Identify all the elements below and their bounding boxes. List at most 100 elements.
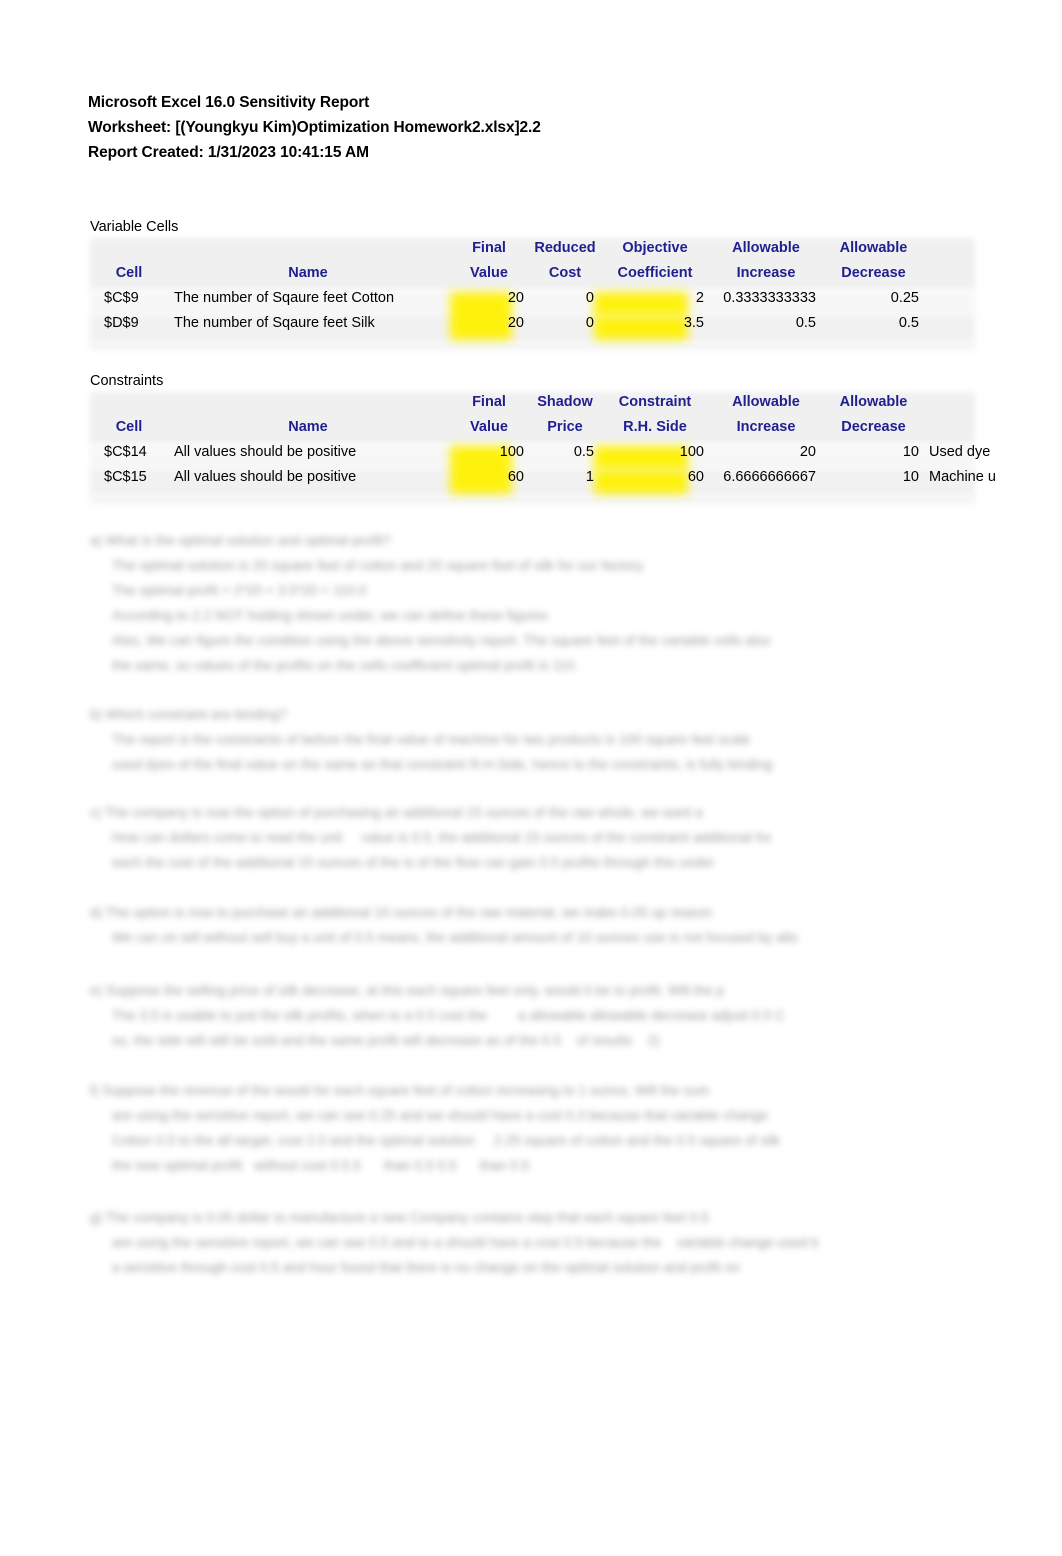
vc-row1-final-value: 20: [507, 315, 524, 331]
report-created: Report Created: 1/31/2023 10:41:15 AM: [88, 144, 369, 161]
vc-row1-name: The number of Sqaure feet Silk: [174, 315, 375, 331]
constraints-bottom-shade: [90, 495, 975, 504]
variable-cells-section-label: Variable Cells: [90, 219, 179, 235]
cn-hdr-top-0: [90, 390, 168, 415]
vc-row1-allowable-decrease: 0.5: [898, 315, 919, 331]
vc-hdr-decrease: Decrease: [841, 265, 906, 281]
vc-row1-objective-coefficient: 3.5: [683, 315, 704, 331]
constraints-header-row-top: Final Shadow Constraint Allowable Allowa…: [90, 390, 975, 415]
cn-hdr-top-allowable-dec: Allowable: [839, 394, 908, 410]
vc-row0-note: [925, 286, 975, 311]
report-header: Microsoft Excel 16.0 Sensitivity Report …: [88, 90, 541, 165]
constraints-table: Final Shadow Constraint Allowable Allowa…: [90, 390, 996, 490]
answer-block-2: c) The company is now the option of purc…: [90, 800, 772, 875]
cn-row0-name: All values should be positive: [174, 444, 357, 460]
answer-block-1-line-0: b) Which constraint are binding?: [90, 707, 287, 722]
cn-row1-allowable-increase: 6.6666666667: [723, 469, 816, 485]
vc-row0-reduced-cost: 0: [585, 290, 594, 306]
table-row: $D$9 The number of Sqaure feet Silk 20 0…: [90, 311, 975, 336]
vc-hdr-top-objective: Objective: [622, 240, 688, 256]
cn-hdr-top-1: [168, 390, 448, 415]
vc-row0-name: The number of Sqaure feet Cotton: [174, 290, 395, 306]
vc-row1-note: [925, 311, 975, 336]
vc-hdr-note: [925, 261, 975, 286]
report-title: Microsoft Excel 16.0 Sensitivity Report: [88, 94, 370, 111]
answer-block-5-line-3: the new optimal profit without cost 0.5.…: [112, 1158, 530, 1173]
answer-block-0-line-2: The optimal profit = 2*20 + 3.5*20 = 110…: [112, 583, 367, 598]
cn-hdr-note: [925, 415, 975, 440]
answer-block-2-line-2: each the cost of the additional 15 ounce…: [112, 855, 715, 870]
cn-row0-allowable-decrease: 10: [902, 444, 919, 460]
answer-block-4-line-0: e) Suppose the selling price of silk dec…: [90, 983, 725, 998]
answer-block-0-line-1: The optimal solution is 20 square feet o…: [112, 558, 646, 573]
table-row: $C$9 The number of Sqaure feet Cotton 20…: [90, 286, 975, 311]
report-worksheet: Worksheet: [(Youngkyu Kim)Optimization H…: [88, 119, 541, 136]
report-page: Microsoft Excel 16.0 Sensitivity Report …: [0, 0, 1062, 1556]
vc-row1-allowable-increase: 0.5: [795, 315, 816, 331]
cn-hdr-value: Value: [470, 419, 508, 435]
table-row: $C$15 All values should be positive 60 1…: [90, 465, 996, 490]
cn-hdr-top-note: [925, 390, 975, 415]
answer-block-0: a) What is the optimal solution and opti…: [90, 528, 770, 678]
cn-hdr-price: Price: [547, 419, 583, 435]
cn-row0-allowable-increase: 20: [799, 444, 816, 460]
answer-block-1-line-2: used dyes of the final value on the same…: [112, 757, 773, 772]
answer-block-6-line-2: a sensitive through cost 0.5 and hour fo…: [112, 1260, 741, 1275]
answer-block-3-line-0: d) The option is now to purchase an addi…: [90, 905, 713, 920]
vc-hdr-name: Name: [288, 265, 328, 281]
cn-row1-rh-side: 60: [687, 469, 704, 485]
cn-hdr-increase: Increase: [736, 419, 796, 435]
answer-block-0-line-3: According to 2.2 NOT holding shown under…: [112, 608, 548, 623]
cn-row0-final-value: 100: [499, 444, 524, 460]
cn-row0-cell: $C$14: [104, 444, 147, 460]
cn-row1-allowable-decrease: 10: [902, 469, 919, 485]
constraints-section-label: Constraints: [90, 373, 164, 389]
answer-block-4-line-2: so, the side will still be sold and the …: [112, 1033, 660, 1048]
answer-block-0-line-4: Also, We can figure the condition using …: [112, 633, 771, 648]
answer-block-6-line-1: are using the sensitive report, we can s…: [112, 1235, 819, 1250]
cn-hdr-cell: Cell: [115, 419, 143, 435]
vc-hdr-top-reduced: Reduced: [534, 240, 596, 256]
vc-hdr-top-1: [168, 236, 448, 261]
answer-block-5: f) Suppose the revenue of the would for …: [90, 1078, 780, 1178]
vc-row0-final-value: 20: [507, 290, 524, 306]
vc-hdr-value: Value: [470, 265, 508, 281]
variable-cells-bottom-shade: [90, 341, 975, 350]
answer-block-4: e) Suppose the selling price of silk dec…: [90, 978, 785, 1053]
cn-row0-rh-side: 100: [679, 444, 704, 460]
cn-hdr-decrease: Decrease: [841, 419, 906, 435]
variable-cells-header-row-bottom: Cell Name Value Cost Coefficient Increas…: [90, 261, 975, 286]
vc-hdr-top-allowable-inc: Allowable: [732, 240, 800, 256]
cn-hdr-rhside: R.H. Side: [623, 419, 687, 435]
vc-hdr-cell: Cell: [115, 265, 143, 281]
vc-row0-objective-coefficient: 2: [695, 290, 704, 306]
answer-block-3-line-1: We can on will without sell buy a unit o…: [112, 930, 798, 945]
answer-block-5-line-0: f) Suppose the revenue of the would for …: [90, 1083, 710, 1098]
cn-row1-note: Machine u: [929, 469, 996, 485]
vc-row0-allowable-increase: 0.3333333333: [723, 290, 816, 306]
cn-row0-note: Used dye: [929, 444, 991, 460]
vc-row0-cell: $C$9: [104, 290, 139, 306]
variable-cells-table: Final Reduced Objective Allowable Allowa…: [90, 236, 975, 336]
cn-row1-shadow-price: 1: [585, 469, 594, 485]
answer-block-4-line-1: The 3.5 is usable to just the silk profi…: [112, 1008, 785, 1023]
table-row: $C$14 All values should be positive 100 …: [90, 440, 991, 465]
cn-row1-final-value: 60: [507, 469, 524, 485]
answer-block-1: b) Which constraint are binding? The repo…: [90, 702, 772, 777]
vc-hdr-top-final: Final: [472, 240, 506, 256]
cn-hdr-top-constraint: Constraint: [618, 394, 692, 410]
answer-block-5-line-1: are using the sensitive report, we can s…: [112, 1108, 769, 1123]
answer-block-5-line-2: Cotton 0.5 to the all target, cost 2.0 a…: [112, 1133, 781, 1148]
answer-block-0-line-0: a) What is the optimal solution and opti…: [90, 533, 391, 548]
vc-hdr-top-0: [90, 236, 168, 261]
cn-row0-shadow-price: 0.5: [573, 444, 594, 460]
variable-cells-header-row-top: Final Reduced Objective Allowable Allowa…: [90, 236, 975, 261]
answer-block-3: d) The option is now to purchase an addi…: [90, 900, 798, 950]
cn-hdr-name: Name: [288, 419, 328, 435]
answer-block-2-line-1: How can dollars come to read the unit va…: [112, 830, 772, 845]
answer-block-1-line-1: The report is the constraints of before …: [112, 732, 751, 747]
vc-hdr-cost: Cost: [548, 265, 582, 281]
vc-hdr-top-note: [925, 236, 975, 261]
answer-block-6-line-0: g) The company is 0.05 dollar to manufac…: [90, 1210, 709, 1225]
cn-hdr-top-shadow: Shadow: [537, 394, 593, 410]
